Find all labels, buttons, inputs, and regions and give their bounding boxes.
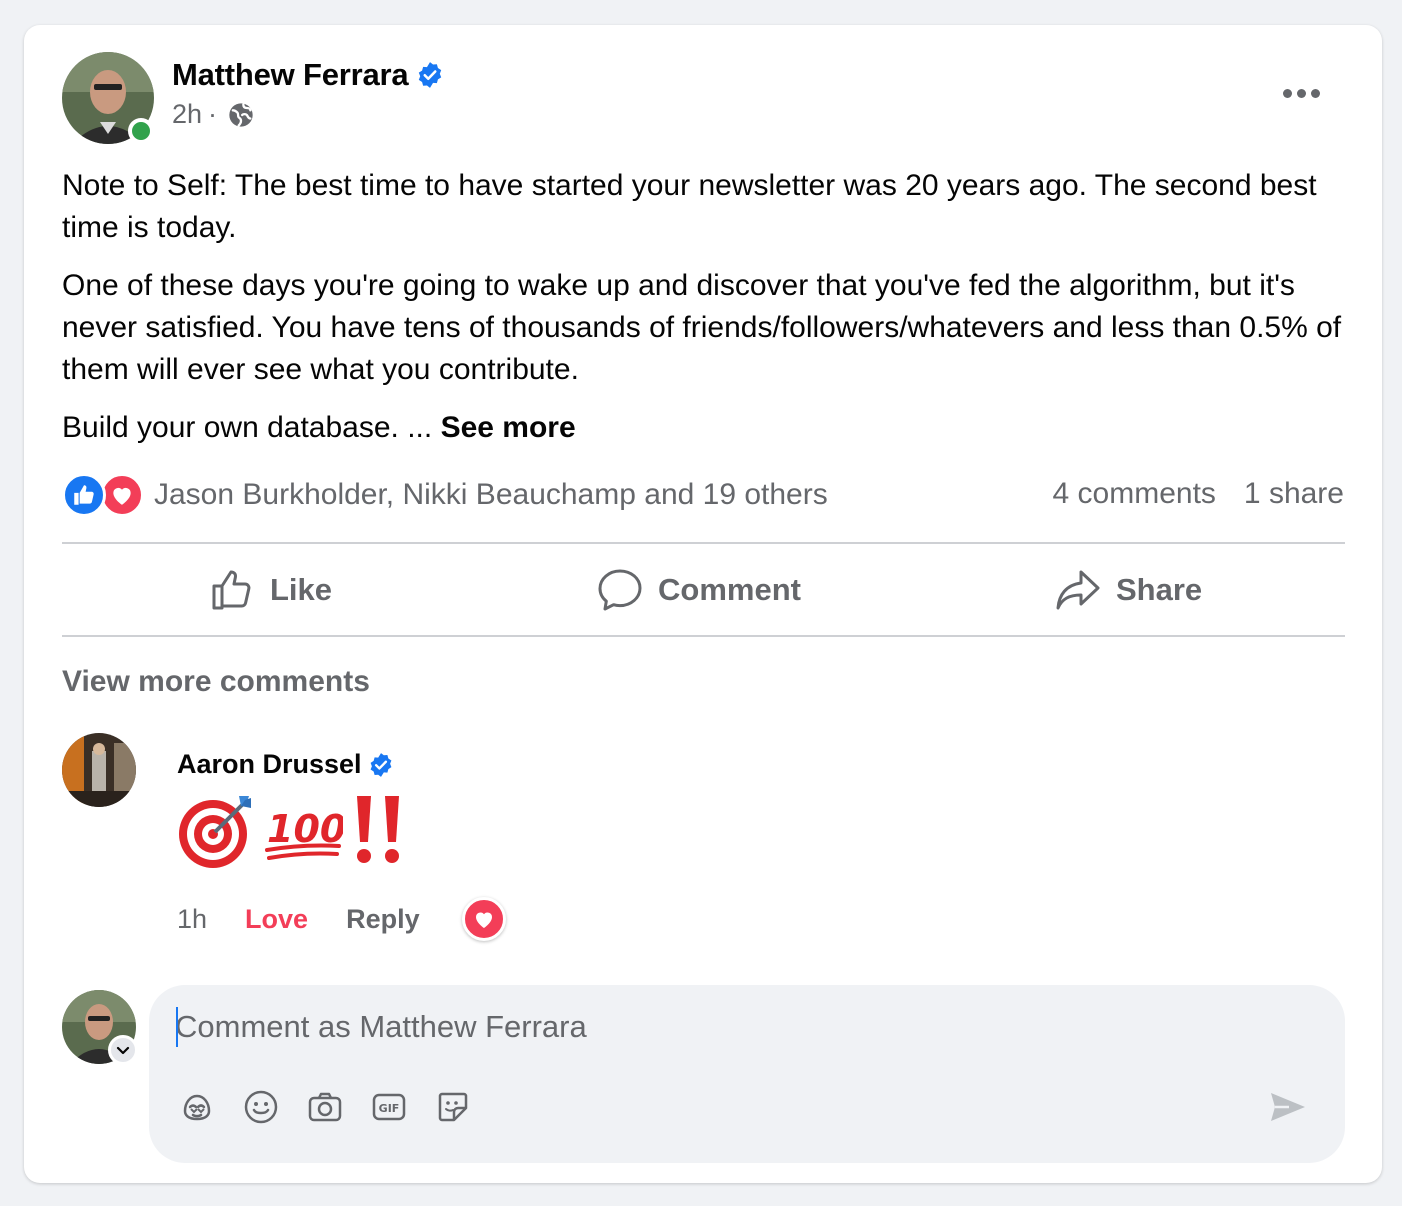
- post-paragraph-truncated: Build your own database. ... See more: [62, 407, 1352, 449]
- love-reaction-icon: [100, 473, 144, 517]
- comment-button[interactable]: Comment: [596, 555, 801, 625]
- double-exclamation-emoji: [357, 796, 399, 863]
- verified-badge-icon: [416, 61, 444, 89]
- view-more-comments-link[interactable]: View more comments: [62, 665, 370, 699]
- more-options-button[interactable]: [1276, 75, 1326, 111]
- divider: [62, 635, 1345, 637]
- meta-separator: ·: [208, 99, 218, 129]
- post-timestamp[interactable]: 2h: [172, 99, 202, 130]
- engagement-counts: 4 comments 1 share: [1053, 477, 1344, 511]
- text-caret: [176, 1007, 178, 1047]
- share-arrow-icon: [1056, 570, 1100, 610]
- comment-timestamp[interactable]: 1h: [177, 904, 207, 935]
- post-meta: 2h ·: [172, 99, 255, 130]
- comment-author[interactable]: Aaron Drussel: [177, 749, 394, 780]
- comment-composer: GIF: [149, 985, 1345, 1163]
- divider: [62, 542, 1345, 544]
- post-paragraph: Note to Self: The best time to have star…: [62, 169, 1317, 244]
- comment-input[interactable]: [175, 1003, 1275, 1051]
- hundred-points-emoji: 100: [265, 807, 343, 860]
- like-reaction-icon: [62, 473, 106, 517]
- comment-love-reaction-icon[interactable]: [461, 897, 506, 941]
- composer-toolbar: GIF: [179, 1089, 471, 1125]
- verified-badge-icon: [368, 752, 394, 778]
- post-text: Note to Self: The best time to have star…: [62, 165, 1352, 465]
- see-more-link[interactable]: See more: [441, 411, 576, 444]
- svg-text:GIF: GIF: [379, 1102, 400, 1115]
- like-button[interactable]: Like: [208, 555, 332, 625]
- author-name[interactable]: Matthew Ferrara: [172, 57, 444, 93]
- comment-love-button[interactable]: Love: [245, 904, 308, 935]
- comment-content: 100: [177, 790, 409, 870]
- send-icon[interactable]: [1267, 1087, 1307, 1127]
- comments-count[interactable]: 4 comments: [1053, 477, 1216, 511]
- author-name-text[interactable]: Matthew Ferrara: [172, 57, 409, 93]
- comment-label: Comment: [658, 572, 801, 607]
- globe-icon[interactable]: [227, 101, 255, 129]
- commenter-avatar[interactable]: [62, 733, 136, 807]
- camera-icon[interactable]: [307, 1089, 343, 1125]
- truncated-text: Build your own database. ...: [62, 411, 441, 444]
- comment-actions: 1h Love Reply: [177, 897, 506, 941]
- reaction-names[interactable]: Jason Burkholder, Nikki Beauchamp and 19…: [154, 478, 828, 512]
- emoji-icon[interactable]: [243, 1089, 279, 1125]
- shares-count[interactable]: 1 share: [1244, 477, 1344, 511]
- post-card: Matthew Ferrara 2h · Note to Self: The b…: [24, 25, 1382, 1183]
- post-paragraph: One of these days you're going to wake u…: [62, 269, 1342, 386]
- comment-author-name[interactable]: Aaron Drussel: [177, 749, 362, 780]
- online-status-dot: [128, 118, 154, 144]
- share-button[interactable]: Share: [1054, 555, 1202, 625]
- account-switcher-chevron-icon[interactable]: [108, 1035, 138, 1065]
- reactions-summary[interactable]: Jason Burkholder, Nikki Beauchamp and 19…: [62, 473, 828, 517]
- more-dot: [1282, 88, 1292, 98]
- thumbs-up-icon: [212, 570, 251, 610]
- gif-icon[interactable]: GIF: [371, 1089, 407, 1125]
- target-emoji: [179, 796, 251, 868]
- avatar-sticker-icon[interactable]: [179, 1089, 215, 1125]
- more-dot: [1296, 88, 1306, 98]
- comment-bubble-icon: [598, 569, 642, 611]
- like-label: Like: [270, 572, 333, 607]
- comment-reply-button[interactable]: Reply: [346, 904, 420, 935]
- more-dot: [1310, 88, 1320, 98]
- sticker-icon[interactable]: [435, 1089, 471, 1125]
- share-label: Share: [1116, 572, 1203, 607]
